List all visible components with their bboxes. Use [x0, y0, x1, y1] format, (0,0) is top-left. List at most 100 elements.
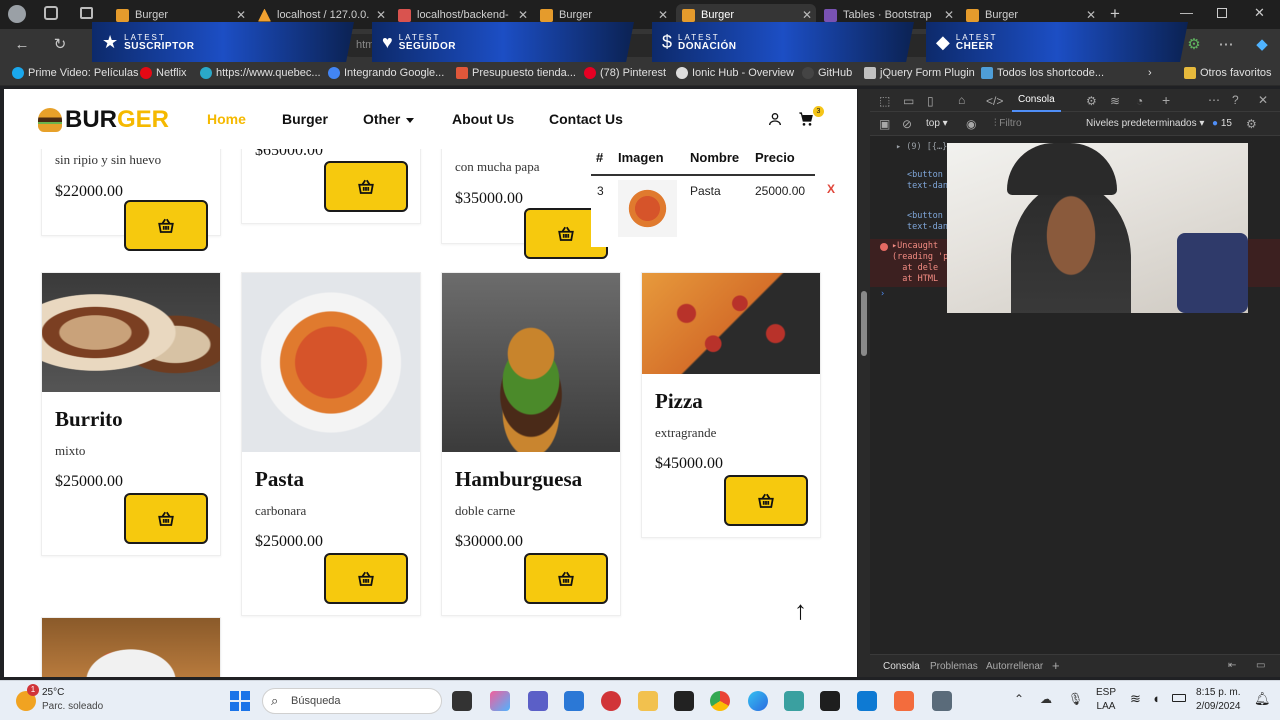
menu-icon[interactable]: ⋯ — [1216, 35, 1236, 55]
task-view-icon[interactable] — [452, 691, 472, 711]
eye-icon[interactable]: ◉ — [966, 117, 976, 131]
bookmark-pinterest[interactable]: (78) Pinterest — [584, 67, 666, 79]
close-tab-icon[interactable]: ✕ — [944, 8, 954, 22]
maximize-icon[interactable] — [1217, 8, 1227, 18]
app-icon[interactable] — [674, 691, 694, 711]
edge-icon[interactable] — [748, 691, 768, 711]
issues-counter[interactable]: ● 15 — [1212, 118, 1232, 129]
network-icon[interactable]: ≋ — [1110, 94, 1120, 108]
bookmark-jquery[interactable]: jQuery Form Plugin — [864, 67, 975, 79]
add-to-cart-button[interactable] — [324, 553, 408, 604]
tray-mic-icon[interactable]: 🎙︎ — [1068, 692, 1083, 706]
battery-icon[interactable] — [1172, 694, 1186, 702]
add-drawer-tab-icon[interactable]: + — [1052, 658, 1060, 673]
close-window-icon[interactable]: ✕ — [1254, 5, 1265, 21]
terminal-icon[interactable] — [820, 691, 840, 711]
user-icon[interactable] — [767, 111, 783, 127]
bookmark-prime-video[interactable]: Prime Video: Películas — [12, 67, 138, 79]
copilot-app-icon[interactable] — [490, 691, 510, 711]
bookmark-google[interactable]: Integrando Google... — [328, 67, 444, 79]
bookmark-quebec[interactable]: https://www.quebec... — [200, 67, 321, 79]
log-levels-select[interactable]: Niveles predeterminados ▾ — [1086, 118, 1204, 129]
bookmark-netflix[interactable]: Netflix — [140, 67, 187, 79]
nav-burger[interactable]: Burger — [282, 111, 328, 127]
add-to-cart-button[interactable] — [124, 200, 208, 251]
workspaces-icon[interactable] — [44, 6, 58, 20]
notification-bell-icon[interactable]: 🔔︎ — [1254, 691, 1271, 707]
windows-start-icon[interactable] — [230, 691, 250, 711]
volume-icon[interactable]: ◖ — [1152, 691, 1160, 706]
bookmarks-overflow-icon[interactable]: › — [1148, 67, 1152, 79]
scroll-to-top-icon[interactable]: ↑ — [794, 595, 807, 626]
performance-icon[interactable]: ◔ — [1136, 94, 1143, 108]
close-tab-icon[interactable]: ✕ — [802, 8, 812, 22]
close-devtools-icon[interactable]: ✕ — [1258, 93, 1268, 107]
close-tab-icon[interactable]: ✕ — [658, 8, 668, 22]
clock[interactable]: 8:15 p. m. 2/09/2024 — [1196, 686, 1241, 714]
tab-console[interactable]: Consola — [1012, 89, 1061, 112]
sidebar-icon[interactable]: ▣ — [879, 117, 890, 131]
drawer-tab-console[interactable]: Consola — [883, 661, 920, 672]
add-to-cart-button[interactable] — [724, 475, 808, 526]
add-tool-icon[interactable]: + — [1162, 92, 1170, 108]
wifi-icon[interactable]: ≋ — [1130, 691, 1141, 707]
add-to-cart-button[interactable] — [324, 161, 408, 212]
teams-icon[interactable] — [528, 691, 548, 711]
settings-icon[interactable]: ⚙ — [1246, 117, 1257, 131]
dock-icon[interactable]: ⇤ — [1228, 660, 1236, 671]
bookmark-presupuesto[interactable]: Presupuesto tienda... — [456, 67, 576, 79]
extension-icon[interactable]: ⚙ — [1184, 35, 1204, 55]
add-to-cart-button[interactable] — [524, 553, 608, 604]
shopping-cart-icon[interactable] — [798, 111, 814, 127]
bookmark-ionic[interactable]: Ionic Hub - Overview — [676, 67, 794, 79]
profile-avatar[interactable] — [8, 5, 26, 23]
xampp-icon[interactable] — [894, 691, 914, 711]
remote-desktop-icon[interactable] — [932, 691, 952, 711]
scrollbar-thumb[interactable] — [861, 291, 867, 356]
debugger-icon[interactable]: ⚙ — [1086, 94, 1097, 108]
nav-other-dropdown[interactable]: Other — [363, 111, 415, 127]
welcome-icon[interactable]: ⌂ — [958, 93, 965, 107]
bookmark-other-favorites[interactable]: Otros favoritos — [1184, 67, 1272, 79]
close-tab-icon[interactable]: ✕ — [236, 8, 246, 22]
chrome-icon[interactable] — [710, 691, 730, 711]
drawer-tab-problems[interactable]: Problemas — [930, 661, 978, 672]
copilot-icon[interactable]: ◆ — [1252, 35, 1272, 55]
nav-home[interactable]: Home — [207, 111, 246, 127]
taskbar-search[interactable]: ⌕ Búsqueda — [262, 688, 442, 714]
add-to-cart-button[interactable] — [124, 493, 208, 544]
more-options-icon[interactable]: ⋯ — [1208, 93, 1220, 107]
help-icon[interactable]: ? — [1232, 93, 1239, 107]
filter-input[interactable]: ⫶ Filtro — [994, 118, 1022, 129]
nav-contact-us[interactable]: Contact Us — [549, 111, 623, 127]
store-icon[interactable] — [564, 691, 584, 711]
language-indicator[interactable]: ESP LAA — [1096, 686, 1116, 714]
inspect-icon[interactable]: ⬚ — [879, 94, 890, 108]
tab-actions-icon[interactable] — [80, 7, 93, 19]
context-select[interactable]: top ▾ — [926, 118, 948, 129]
minimize-icon[interactable]: — — [1180, 5, 1193, 20]
close-tab-icon[interactable]: ✕ — [376, 8, 386, 22]
device-toggle-icon[interactable]: ▭ — [903, 94, 914, 108]
close-tab-icon[interactable]: ✕ — [518, 8, 528, 22]
back-icon[interactable]: ← — [12, 35, 32, 55]
sidebar-toggle-icon[interactable]: ▯ — [927, 94, 934, 108]
drawer-tab-autofill[interactable]: Autorrellenar — [986, 661, 1043, 672]
nav-about-us[interactable]: About Us — [452, 111, 514, 127]
bookmark-github[interactable]: GitHub — [802, 67, 852, 79]
tray-overflow-icon[interactable]: ⌃ — [1014, 692, 1024, 706]
bookmark-shortcodes[interactable]: Todos los shortcode... — [981, 67, 1104, 79]
console-prompt[interactable]: › — [880, 289, 885, 300]
site-logo[interactable]: BURGER — [38, 106, 169, 134]
reload-icon[interactable]: ↻ — [50, 35, 70, 55]
clear-console-icon[interactable]: ⊘ — [902, 117, 912, 131]
wps-icon[interactable] — [601, 691, 621, 711]
file-explorer-icon[interactable] — [638, 691, 658, 711]
new-tab-icon[interactable]: + — [1110, 4, 1120, 24]
remove-item-button[interactable]: X — [827, 182, 835, 196]
notepad-icon[interactable] — [784, 691, 804, 711]
elements-icon[interactable]: </> — [986, 94, 1003, 108]
tray-network-icon[interactable]: ☁ — [1040, 692, 1052, 706]
vscode-icon[interactable] — [857, 691, 877, 711]
close-tab-icon[interactable]: ✕ — [1086, 8, 1096, 22]
